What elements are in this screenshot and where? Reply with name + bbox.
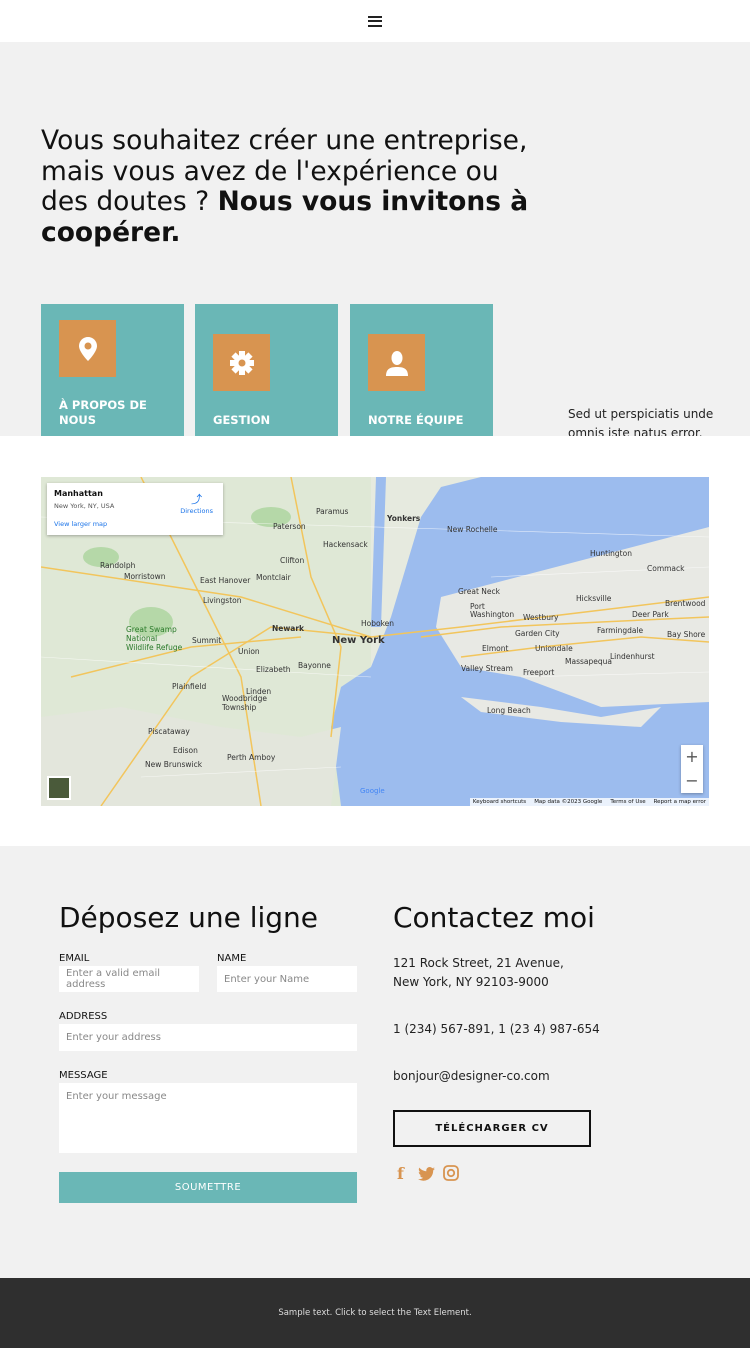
- map-label: Yonkers: [387, 514, 421, 523]
- map-section: New York Newark Yonkers Paterson Hackens…: [0, 436, 750, 846]
- card-gestion[interactable]: GESTION: [195, 304, 338, 443]
- map-label: Elizabeth: [256, 665, 291, 674]
- map-label: Summit: [192, 636, 222, 645]
- map-label: Great Swamp National Wildlife Refuge: [126, 625, 183, 652]
- zoom-in-button[interactable]: +: [681, 745, 703, 769]
- card-team[interactable]: NOTRE ÉQUIPE: [350, 304, 493, 443]
- instagram-icon[interactable]: [443, 1165, 459, 1185]
- map-label: Randolph: [100, 561, 136, 570]
- name-label: NAME: [217, 953, 247, 964]
- map-label: Plainfield: [172, 682, 207, 691]
- map-info-card: Manhattan New York, NY, USA View larger …: [47, 483, 223, 535]
- message-field[interactable]: Enter your message: [59, 1083, 357, 1153]
- map-label: New York: [332, 635, 385, 646]
- gear-icon: [213, 334, 270, 391]
- email-label: EMAIL: [59, 953, 90, 964]
- hamburger-icon[interactable]: [368, 15, 382, 27]
- map-label: Hackensack: [323, 540, 368, 549]
- terms-link[interactable]: Terms of Use: [610, 799, 645, 805]
- address-field[interactable]: Enter your address: [59, 1024, 357, 1051]
- hero-title: Vous souhaitez créer une entreprise, mai…: [41, 125, 529, 248]
- map-label: Paramus: [316, 507, 349, 516]
- top-bar: [0, 0, 750, 42]
- name-field[interactable]: Enter your Name: [217, 966, 357, 992]
- message-label: MESSAGE: [59, 1070, 108, 1081]
- footer: Sample text. Click to select the Text El…: [0, 1278, 750, 1348]
- user-icon: [368, 334, 425, 391]
- map-label: Great Neck: [458, 587, 500, 596]
- directions-icon: ⤴: [191, 493, 203, 506]
- map-label: Farmingdale: [597, 626, 644, 635]
- map-attribution: Keyboard shortcuts Map data ©2023 Google…: [469, 798, 709, 806]
- map-label: Woodbridge Township: [222, 694, 267, 712]
- card-label: À PROPOS DE NOUS: [59, 398, 147, 427]
- map-label: Elmont: [482, 644, 509, 653]
- map-label: Lindenhurst: [610, 652, 655, 661]
- report-error-link[interactable]: Report a map error: [654, 799, 706, 805]
- contact-phone: 1 (234) 567-891, 1 (23 4) 987-654: [393, 1022, 600, 1036]
- hero-section: Vous souhaitez créer une entreprise, mai…: [0, 42, 750, 443]
- map-label: Clifton: [280, 556, 305, 565]
- map-label: Hicksville: [576, 594, 612, 603]
- map-label: Massapequa: [565, 657, 612, 666]
- contact-title: Contactez moi: [393, 901, 595, 934]
- contact-email[interactable]: bonjour@designer-co.com: [393, 1067, 550, 1086]
- map-label: Commack: [647, 564, 685, 573]
- submit-button[interactable]: SOUMETTRE: [59, 1172, 357, 1203]
- map-label: Livingston: [203, 596, 242, 605]
- map-label: Bayonne: [298, 661, 331, 670]
- map-data-text: Map data ©2023 Google: [534, 799, 603, 805]
- map-label: Valley Stream: [461, 664, 513, 673]
- zoom-controls: + −: [681, 745, 703, 793]
- keyboard-shortcuts-link[interactable]: Keyboard shortcuts: [473, 799, 526, 805]
- map-label: Morristown: [124, 572, 166, 581]
- map-label: New Brunswick: [145, 760, 203, 769]
- map-label: Paterson: [273, 522, 306, 531]
- map-label: Piscataway: [148, 727, 190, 736]
- card-label: GESTION: [213, 413, 271, 427]
- zoom-out-button[interactable]: −: [681, 769, 703, 793]
- contact-section: Déposez une ligne EMAIL Enter a valid em…: [0, 846, 750, 1278]
- facebook-icon[interactable]: f: [397, 1164, 404, 1183]
- satellite-toggle[interactable]: [47, 776, 71, 800]
- map-pin-icon: [59, 320, 116, 377]
- form-title: Déposez une ligne: [59, 901, 319, 934]
- card-label: NOTRE ÉQUIPE: [368, 413, 464, 427]
- download-cv-button[interactable]: TÉLÉCHARGER CV: [393, 1110, 591, 1147]
- directions-label: Directions: [180, 507, 213, 515]
- directions-link[interactable]: ⤴ Directions: [180, 491, 213, 515]
- map-label: Union: [238, 647, 260, 656]
- map-label: Bay Shore: [667, 630, 706, 639]
- map-label: Linden: [246, 687, 272, 696]
- map-label: Montclair: [256, 573, 291, 582]
- map-label: New Rochelle: [447, 525, 498, 534]
- map-label: Deer Park: [632, 610, 669, 619]
- map-label: Port Washington: [470, 602, 515, 619]
- map-label: Brentwood: [665, 599, 706, 608]
- google-logo: Google: [360, 787, 385, 795]
- card-about[interactable]: À PROPOS DE NOUS: [41, 304, 184, 443]
- map-label: Huntington: [590, 549, 632, 558]
- view-larger-map-link[interactable]: View larger map: [54, 520, 216, 528]
- map-label: Newark: [272, 624, 305, 633]
- map-label: Edison: [173, 746, 198, 755]
- map-label: East Hanover: [200, 576, 251, 585]
- map-label: Perth Amboy: [227, 753, 276, 762]
- google-map[interactable]: New York Newark Yonkers Paterson Hackens…: [41, 477, 709, 806]
- footer-text[interactable]: Sample text. Click to select the Text El…: [278, 1308, 471, 1318]
- map-label: Long Beach: [487, 706, 531, 715]
- map-label: Westbury: [523, 613, 559, 622]
- map-label: Hoboken: [361, 619, 395, 628]
- map-label: Freeport: [523, 668, 555, 677]
- twitter-icon[interactable]: [418, 1166, 435, 1185]
- address-label: ADDRESS: [59, 1011, 108, 1022]
- email-field[interactable]: Enter a valid email address: [59, 966, 199, 992]
- contact-address: 121 Rock Street, 21 Avenue, New York, NY…: [393, 956, 564, 989]
- map-label: Garden City: [515, 629, 560, 638]
- map-label: Uniondale: [535, 644, 573, 653]
